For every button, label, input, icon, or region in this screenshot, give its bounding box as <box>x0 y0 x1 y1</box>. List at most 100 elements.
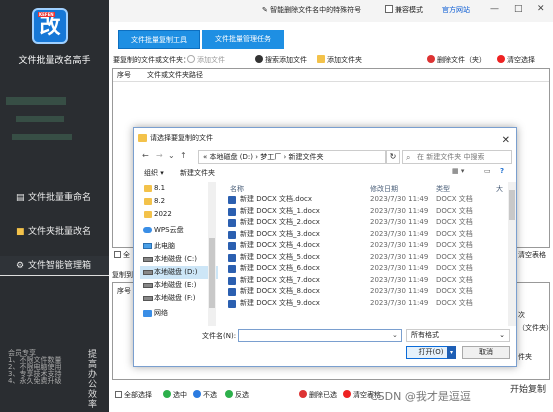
clear-selection-button[interactable]: 清空选择 <box>497 55 535 65</box>
compat-mode-checkbox[interactable]: 兼容模式 <box>385 5 423 15</box>
file-row[interactable]: 新建 DOCX 文档_6.docx 2023/7/30 11:49 DOCX 文档 <box>224 263 514 275</box>
tree-item[interactable]: 本地磁盘 (C:) <box>140 253 218 266</box>
toolbar-label: 要复制的文件或文件夹： <box>113 56 190 64</box>
dialog-command-row: 组织 ▾ 新建文件夹 ▦ ▾ ▭ ? <box>134 166 516 180</box>
breadcrumb-item[interactable]: 新建文件夹 <box>288 153 323 161</box>
compat-label: 兼容模式 <box>395 6 423 14</box>
tree-item[interactable]: 8.1 <box>140 182 218 195</box>
forward-arrow-icon[interactable]: → <box>156 151 163 160</box>
tab-batch-copy[interactable]: 文件批量复制工具 <box>118 30 200 49</box>
tree-label: 本地磁盘 (C:) <box>154 255 197 263</box>
select-all-button[interactable]: 全部选择 <box>115 390 152 400</box>
file-row[interactable]: 新建 DOCX 文档_8.docx 2023/7/30 11:49 DOCX 文档 <box>224 286 514 298</box>
file-type: DOCX 文档 <box>436 298 473 307</box>
search-add-button[interactable]: 搜索添加文件 <box>255 55 307 65</box>
chevron-down-icon[interactable]: ⌄ <box>392 331 398 339</box>
tree-item[interactable]: 此电脑 <box>140 240 218 253</box>
select-all-checkbox[interactable]: 全 <box>114 250 130 260</box>
open-dropdown-button[interactable]: ▾ <box>447 346 456 359</box>
file-type: DOCX 文档 <box>436 218 473 226</box>
app-title: 文件批量改名高手 <box>18 56 91 66</box>
file-type: DOCX 文档 <box>436 229 473 238</box>
delete-selected-button[interactable]: 删除已选 <box>299 390 337 400</box>
folder-icon: ■ <box>16 227 25 237</box>
file-row[interactable]: 新建 DOCX 文档.docx 2023/7/30 11:49 DOCX 文档 <box>224 194 514 206</box>
file-row[interactable]: 新建 DOCX 文档_4.docx 2023/7/30 11:49 DOCX 文档 <box>224 240 514 252</box>
word-doc-icon <box>228 219 236 227</box>
tree-item-selected[interactable]: 本地磁盘 (D:) <box>140 266 218 279</box>
file-row[interactable]: 新建 DOCX 文档_7.docx 2023/7/30 11:49 DOCX 文档 <box>224 275 514 287</box>
file-list-header: 名称 修改日期 类型 大 <box>224 182 514 194</box>
breadcrumb-item[interactable]: 梦工厂 <box>260 153 281 161</box>
view-icon[interactable]: ▦ ▾ <box>452 167 464 175</box>
csdn-watermark: CSDN @我才是逗逗 <box>370 390 471 403</box>
col-number: 序号 <box>117 71 131 79</box>
file-name: 新建 DOCX 文档.docx <box>240 195 312 203</box>
organize-menu[interactable]: 组织 ▾ <box>144 168 164 178</box>
tree-scroll-thumb[interactable] <box>209 238 215 308</box>
unselect-label: 不选 <box>203 391 217 399</box>
close-button[interactable]: ✕ <box>537 4 545 14</box>
tree-item[interactable]: 本地磁盘 (E:) <box>140 279 218 292</box>
col-date[interactable]: 修改日期 <box>370 184 398 194</box>
nav-file-rename[interactable]: ▤ 文件批量重命名 <box>0 188 109 208</box>
maximize-button[interactable]: □ <box>514 4 523 14</box>
file-row[interactable]: 新建 DOCX 文档_3.docx 2023/7/30 11:49 DOCX 文档 <box>224 229 514 241</box>
file-row[interactable]: 新建 DOCX 文档_1.docx 2023/7/30 11:49 DOCX 文档 <box>224 206 514 218</box>
new-folder-button[interactable]: 新建文件夹 <box>180 168 215 178</box>
filename-input[interactable] <box>238 329 402 342</box>
logo-badge: KEFEN <box>38 12 55 17</box>
folder-icon <box>144 198 152 205</box>
word-doc-icon <box>228 242 236 250</box>
official-site-link[interactable]: 官方网站 <box>442 5 470 15</box>
file-row[interactable]: 新建 DOCX 文档_9.docx 2023/7/30 11:49 DOCX 文档 <box>224 298 514 310</box>
toolbox-icon: ⚙ <box>16 261 25 271</box>
navigation-tree[interactable]: 8.1 8.2 2022 WPS云盘 此电脑 本地磁盘 (C:) 本地磁盘 (D… <box>140 182 218 326</box>
refresh-button[interactable]: ↻ <box>386 150 400 164</box>
preview-pane-icon[interactable]: ▭ <box>484 167 491 175</box>
option-text: 次 <box>518 311 525 319</box>
search-input[interactable]: ⌕ 在 新建文件夹 中搜索 <box>402 150 512 164</box>
nav-smart-manager[interactable]: ⚙ 文件智能管理箱 <box>0 256 109 276</box>
tree-item[interactable]: 网络 <box>140 307 218 320</box>
minimize-button[interactable]: — <box>490 4 499 14</box>
file-date: 2023/7/30 11:49 <box>370 264 429 272</box>
file-row[interactable]: 新建 DOCX 文档_2.docx 2023/7/30 11:49 DOCX 文档 <box>224 217 514 229</box>
col-name[interactable]: 名称 <box>230 184 244 194</box>
network-icon <box>143 310 152 317</box>
chevron-down-icon[interactable]: ⌄ <box>168 151 175 160</box>
back-arrow-icon[interactable]: ← <box>142 151 149 160</box>
address-bar[interactable]: « 本地磁盘 (D:) › 梦工厂 › 新建文件夹 <box>198 150 386 164</box>
tab-batch-manage[interactable]: 文件批量管理任务 <box>202 30 284 49</box>
file-date: 2023/7/30 11:49 <box>370 195 429 203</box>
file-scroll-thumb[interactable] <box>509 190 515 220</box>
delete-button[interactable]: 删除文件（夹） <box>427 55 486 65</box>
col-size[interactable]: 大 <box>496 184 503 194</box>
start-copy-button[interactable]: 开始复制 <box>480 380 550 400</box>
tree-item[interactable]: 8.2 <box>140 195 218 208</box>
select-button[interactable]: 选中 <box>163 390 187 400</box>
invert-button[interactable]: 反选 <box>225 390 249 400</box>
filetype-select[interactable]: 所有格式 ⌄ <box>406 329 510 342</box>
file-type: DOCX 文档 <box>436 252 473 261</box>
help-icon[interactable]: ? <box>500 167 504 175</box>
folder-icon <box>144 185 152 192</box>
file-type: DOCX 文档 <box>436 195 473 203</box>
add-files-button[interactable]: 添加文件 <box>187 55 225 65</box>
tree-label: 2022 <box>154 210 172 218</box>
up-arrow-icon[interactable]: ↑ <box>180 151 187 160</box>
special-symbol-tip[interactable]: ✎ 智能删除文件名中的特殊符号 <box>262 5 361 15</box>
cancel-button[interactable]: 取消 <box>462 346 510 359</box>
tree-item[interactable]: 2022 <box>140 208 218 221</box>
breadcrumb-item[interactable]: 本地磁盘 (D:) <box>210 153 253 161</box>
col-type[interactable]: 类型 <box>436 184 450 194</box>
tree-item[interactable]: WPS云盘 <box>140 224 218 237</box>
file-row[interactable]: 新建 DOCX 文档_5.docx 2023/7/30 11:49 DOCX 文档 <box>224 252 514 264</box>
unselect-button[interactable]: 不选 <box>193 390 217 400</box>
nav-folder-rename[interactable]: ■ 文件夹批量改名 <box>0 222 109 242</box>
add-folder-button[interactable]: 添加文件夹 <box>317 55 362 65</box>
nav-label: 文件智能管理箱 <box>28 261 92 271</box>
clear-table-link[interactable]: 清空表格 <box>518 250 546 260</box>
file-list[interactable]: 名称 修改日期 类型 大 新建 DOCX 文档.docx 2023/7/30 11… <box>224 182 514 326</box>
tree-item[interactable]: 本地磁盘 (F:) <box>140 292 218 305</box>
